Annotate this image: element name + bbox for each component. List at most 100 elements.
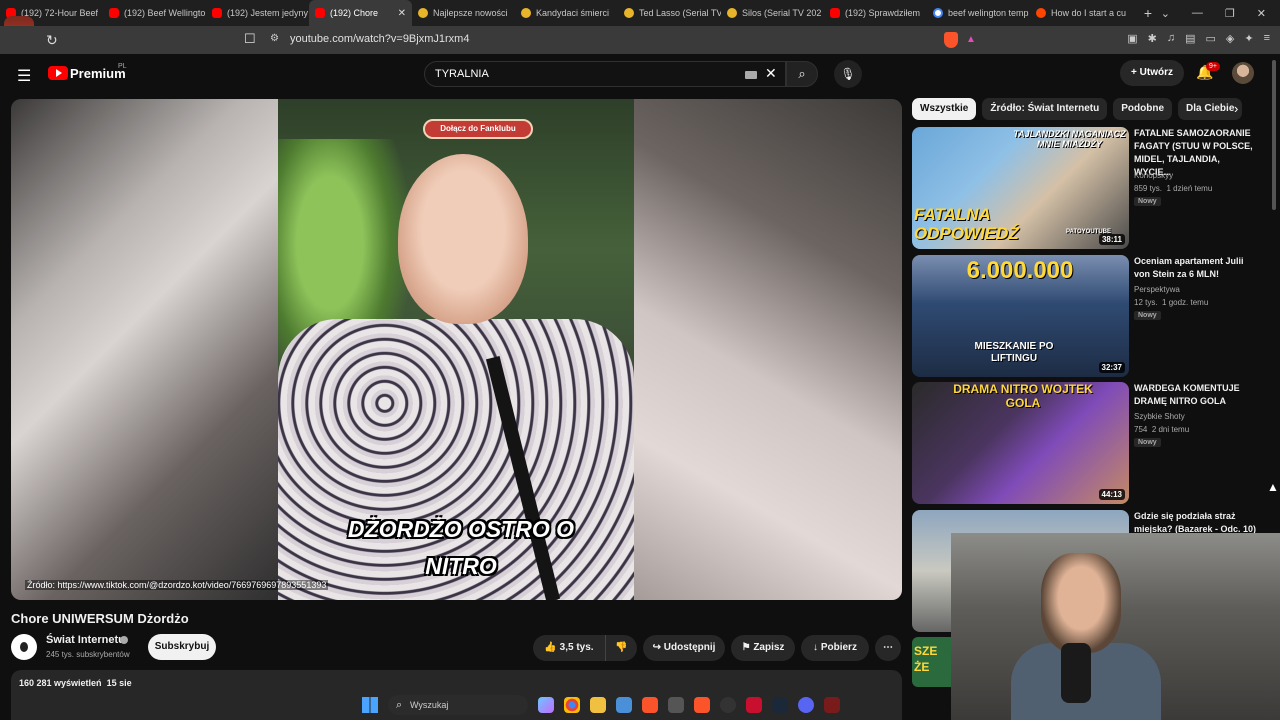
verified-icon xyxy=(120,636,128,644)
share-button[interactable]: ↪ Udostępnij xyxy=(643,635,725,661)
new-tab-button[interactable]: + xyxy=(1133,5,1163,21)
filmweb-icon xyxy=(418,8,428,18)
tab-5[interactable]: Najlepsze nowości xyxy=(412,0,515,26)
tab-3[interactable]: (192) Jestem jedyny xyxy=(206,0,309,26)
copilot-icon[interactable] xyxy=(538,697,554,713)
clear-search-icon[interactable]: ✕ xyxy=(765,65,777,82)
search-value: TYRALNIA xyxy=(435,68,489,80)
taskbar-search[interactable]: Wyszukaj xyxy=(388,695,528,715)
video-duration: 44:13 xyxy=(1098,489,1125,500)
user-avatar[interactable] xyxy=(1232,62,1254,84)
recommendation-views: 754 xyxy=(1134,425,1148,434)
music-icon[interactable]: ♫ xyxy=(1167,32,1175,45)
chip-source[interactable]: Źródło: Świat Internetu xyxy=(982,98,1108,120)
video-thumbnail[interactable]: TAJLANDZKI NAGANIACZ MNIE MIAŻDŻY FATALN… xyxy=(912,127,1129,249)
close-tab-icon[interactable]: ✕ xyxy=(398,8,406,19)
obs-icon[interactable] xyxy=(720,697,736,713)
chevron-right-icon[interactable]: › xyxy=(1234,101,1238,116)
window-controls: ⌄ — ❐ ✕ xyxy=(1161,0,1280,26)
tab-8[interactable]: Silos (Serial TV 202 xyxy=(721,0,824,26)
search-input[interactable]: TYRALNIA ✕ xyxy=(424,61,786,87)
channel-name[interactable]: Świat Internetu xyxy=(46,634,125,646)
youtube-icon xyxy=(109,8,119,18)
brave-shield-icon[interactable] xyxy=(944,32,958,48)
bookmark-icon[interactable]: ☐ xyxy=(244,31,256,47)
game-icon[interactable] xyxy=(824,697,840,713)
voice-search-button[interactable]: 🎙 xyxy=(834,60,862,88)
chip-all[interactable]: Wszystkie xyxy=(912,98,977,120)
share-icon: ↪ xyxy=(652,642,661,653)
tab-search-icon[interactable]: ⌄ xyxy=(1161,7,1170,20)
youtube-icon xyxy=(315,8,325,18)
reload-icon[interactable]: ↻ xyxy=(46,32,58,49)
create-button[interactable]: + Utwórz xyxy=(1120,60,1184,86)
tab-9[interactable]: (192) Sprawdziłem xyxy=(824,0,927,26)
chrome-icon[interactable] xyxy=(564,697,580,713)
source-url: https://www.tiktok.com/@dzordzo.kot/vide… xyxy=(57,580,327,590)
tab-10[interactable]: beef welington temp xyxy=(927,0,1030,26)
restore-icon[interactable]: ❐ xyxy=(1225,7,1235,20)
recommendation-item[interactable]: TAJLANDZKI NAGANIACZ MNIE MIAŻDŻY FATALN… xyxy=(912,127,1272,249)
tab-6[interactable]: Kandydaci śmierci xyxy=(515,0,618,26)
close-window-icon[interactable]: ✕ xyxy=(1257,7,1266,20)
video-thumbnail[interactable]: 6.000.000 MIESZKANIE PO LIFTINGU 32:37 xyxy=(912,255,1129,377)
sidebar-icon[interactable]: ▤ xyxy=(1185,32,1195,45)
recommendation-title[interactable]: WARDEGA KOMENTUJE DRAMĘ NITRO GOLA xyxy=(1134,382,1259,408)
brave-icon[interactable] xyxy=(642,697,658,713)
puzzle-icon[interactable]: ✱ xyxy=(1148,32,1157,45)
video-thumbnail[interactable]: DRAMA NITRO WOJTEK GOLA 44:13 xyxy=(912,382,1129,504)
extension-icon[interactable]: ▣ xyxy=(1127,32,1137,45)
microphone-icon: 🎙 xyxy=(840,67,856,81)
recommendation-channel[interactable]: Szybkie Shoty xyxy=(1134,412,1185,421)
tab-7[interactable]: Ted Lasso (Serial TV xyxy=(618,0,721,26)
vpn-icon[interactable]: ◈ xyxy=(1226,32,1234,45)
save-button[interactable]: ⚑ Zapisz xyxy=(731,635,795,661)
video-source: Źródło: https://www.tiktok.com/@dzordzo.… xyxy=(25,580,329,590)
download-button[interactable]: ↓ Pobierz xyxy=(801,635,869,661)
site-info-icon[interactable]: ⚙ xyxy=(270,33,279,44)
windows-start-icon[interactable] xyxy=(362,697,378,713)
search-button[interactable]: ⌕ xyxy=(786,61,818,87)
minimize-icon[interactable]: — xyxy=(1192,7,1203,19)
chip-for-you[interactable]: Dla Ciebie xyxy=(1178,98,1243,120)
tab-4-active[interactable]: (192) Chore ✕ xyxy=(309,0,412,26)
recommendation-item[interactable]: DRAMA NITRO WOJTEK GOLA 44:13 WARDEGA KO… xyxy=(912,382,1272,504)
scrollbar[interactable] xyxy=(1272,60,1276,210)
video-caption: DŻORDŻO OSTRO O NITRO xyxy=(347,516,575,579)
dislike-button[interactable]: 👎 xyxy=(605,635,637,661)
channel-avatar[interactable] xyxy=(11,634,37,660)
new-badge: Nowy xyxy=(1134,197,1161,206)
tab-11[interactable]: How do I start a cu xyxy=(1030,0,1133,26)
recommendation-title[interactable]: Oceniam apartament Julii von Stein za 6 … xyxy=(1134,255,1259,281)
brave-rewards-icon[interactable]: ▲ xyxy=(966,34,976,45)
video-thumbnail-partial[interactable]: SZE ŻE xyxy=(912,637,951,687)
thumbs-up-icon: 👍 xyxy=(544,642,557,653)
more-actions-button[interactable]: ⋯ xyxy=(875,635,901,661)
video-player[interactable]: Dołącz do Fanklubu DŻORDŻO OSTRO O NITRO… xyxy=(11,99,902,600)
subscribe-button[interactable]: Subskrybuj xyxy=(148,634,216,660)
thumbnail-caption-top: TAJLANDZKI NAGANIACZ MNIE MIAŻDŻY xyxy=(1013,129,1126,149)
brave-active-icon[interactable] xyxy=(694,697,710,713)
hamburger-menu-icon[interactable]: ☰ xyxy=(17,66,31,86)
recommendation-item[interactable]: 6.000.000 MIESZKANIE PO LIFTINGU 32:37 O… xyxy=(912,255,1272,377)
wallet-icon[interactable]: ▭ xyxy=(1205,32,1215,45)
menu-icon[interactable]: ≡ xyxy=(1264,32,1270,45)
file-explorer-icon[interactable] xyxy=(590,697,606,713)
video-frame: Dołącz do Fanklubu DŻORDŻO OSTRO O NITRO xyxy=(278,99,634,600)
steam-icon[interactable] xyxy=(772,697,788,713)
youtube-icon xyxy=(212,8,222,18)
leo-icon[interactable]: ✦ xyxy=(1244,32,1253,45)
discord-icon[interactable] xyxy=(798,697,814,713)
youtube-logo-icon[interactable] xyxy=(48,66,68,80)
app-icon[interactable] xyxy=(668,697,684,713)
like-button[interactable]: 👍 3,5 tys. xyxy=(533,635,605,661)
recommendation-channel[interactable]: Konopskyy xyxy=(1134,171,1173,180)
view-count-date: 160 281 wyświetleń 15 sie xyxy=(19,678,132,688)
app-red-icon[interactable] xyxy=(746,697,762,713)
tab-2[interactable]: (192) Beef Wellington xyxy=(103,0,206,26)
recommendation-channel[interactable]: Perspektywa xyxy=(1134,285,1180,294)
store-icon[interactable] xyxy=(616,697,632,713)
url-input[interactable]: youtube.com/watch?v=9BjxmJ1rxm4 xyxy=(290,33,469,45)
keyboard-icon[interactable] xyxy=(745,71,757,79)
chip-related[interactable]: Podobne xyxy=(1113,98,1173,120)
